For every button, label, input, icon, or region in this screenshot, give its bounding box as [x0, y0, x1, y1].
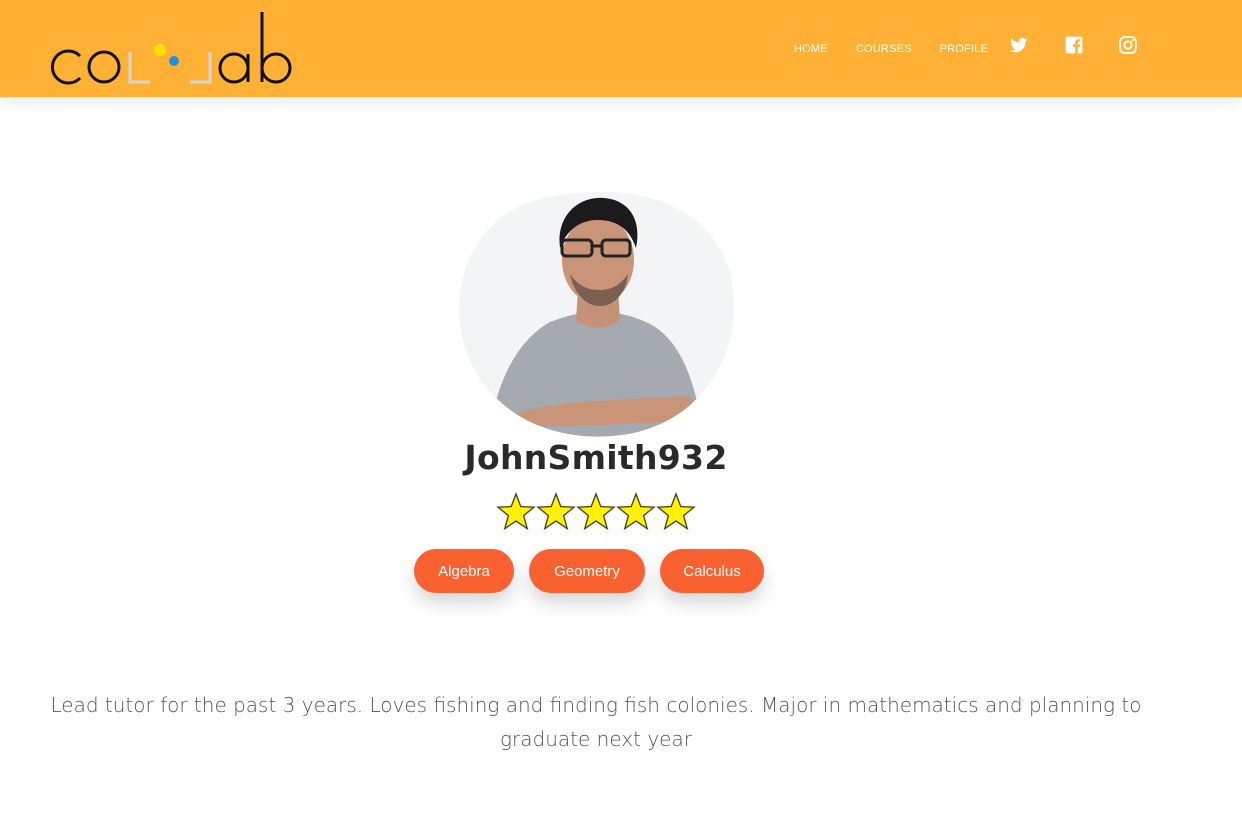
nav-courses-link[interactable]: COURSES	[856, 43, 912, 55]
collab-logo[interactable]	[40, 6, 300, 92]
username: JohnSmith932	[464, 438, 728, 477]
avatar	[458, 190, 736, 438]
nav-home-link[interactable]: HOME	[794, 43, 828, 55]
twitter-icon[interactable]	[1009, 35, 1029, 55]
star-icon	[496, 492, 536, 532]
subject-tag-geometry[interactable]: Geometry	[529, 549, 645, 593]
navbar: HOME COURSES PROFILE	[0, 0, 1242, 97]
facebook-icon[interactable]	[1064, 35, 1084, 55]
main-nav: HOME COURSES PROFILE	[780, 0, 1002, 97]
rating-stars	[496, 492, 700, 534]
nav-profile-link[interactable]: PROFILE	[940, 43, 988, 55]
star-icon	[616, 492, 656, 532]
star-icon	[656, 492, 696, 532]
bio-text: Lead tutor for the past 3 years. Loves f…	[50, 693, 1142, 751]
star-icon	[576, 492, 616, 532]
subject-tags: Algebra Geometry Calculus	[414, 549, 779, 593]
subject-tag-algebra[interactable]: Algebra	[414, 549, 514, 593]
star-icon	[536, 492, 576, 532]
instagram-icon[interactable]	[1118, 35, 1138, 55]
subject-tag-calculus[interactable]: Calculus	[660, 549, 764, 593]
